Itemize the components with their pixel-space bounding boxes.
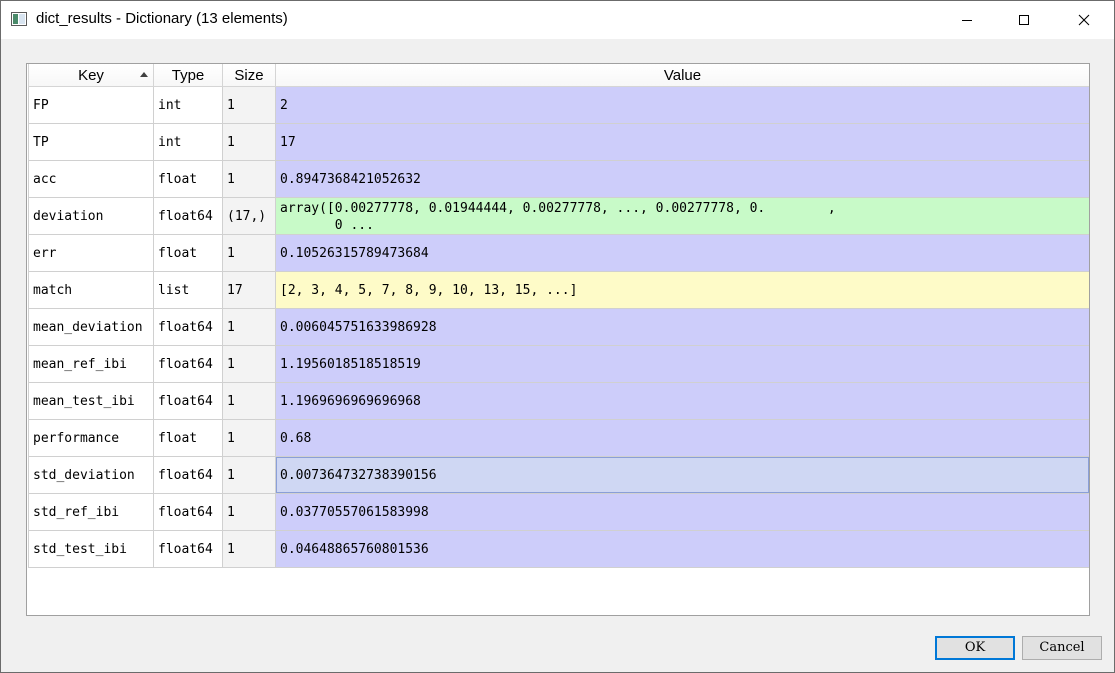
cell-type[interactable]: float xyxy=(154,161,223,198)
window-title: dict_results - Dictionary (13 elements) xyxy=(36,10,288,27)
column-header-size-label: Size xyxy=(234,67,264,84)
table-row[interactable]: mean_deviation float64 1 0.0060457516339869… xyxy=(27,309,1089,346)
cell-key[interactable]: performance xyxy=(28,420,154,457)
cell-type[interactable]: float64 xyxy=(154,309,223,346)
cell-type[interactable]: int xyxy=(154,87,223,124)
table-header: Key Type Size Value xyxy=(27,64,1089,87)
window-app-icon xyxy=(11,12,27,26)
cell-type[interactable]: float64 xyxy=(154,198,223,235)
cell-size[interactable]: 1 xyxy=(223,383,276,420)
cell-type[interactable]: float64 xyxy=(154,531,223,568)
maximize-button[interactable] xyxy=(1001,1,1047,39)
cell-key[interactable]: match xyxy=(28,272,154,309)
cell-value[interactable]: 0.68 xyxy=(276,420,1089,457)
cell-key[interactable]: TP xyxy=(28,124,154,161)
cell-type[interactable]: list xyxy=(154,272,223,309)
table-row[interactable]: std_deviation float64 1 0.00736473273839015… xyxy=(27,457,1089,494)
table-row[interactable]: mean_test_ibi float64 1 1.1969696969696968 xyxy=(27,383,1089,420)
cell-key[interactable]: mean_test_ibi xyxy=(28,383,154,420)
cell-key[interactable]: FP xyxy=(28,87,154,124)
cell-size[interactable]: 1 xyxy=(223,309,276,346)
cell-key[interactable]: deviation xyxy=(28,198,154,235)
cell-type[interactable]: float xyxy=(154,235,223,272)
table-row[interactable]: mean_ref_ibi float64 1 1.1956018518518519 xyxy=(27,346,1089,383)
cell-size[interactable]: 1 xyxy=(223,161,276,198)
cell-size[interactable]: 1 xyxy=(223,235,276,272)
cell-size[interactable]: 1 xyxy=(223,457,276,494)
column-header-type[interactable]: Type xyxy=(154,64,223,87)
cell-size[interactable]: 1 xyxy=(223,87,276,124)
cell-value[interactable]: 0.03770557061583998 xyxy=(276,494,1089,531)
cell-value[interactable]: 0.8947368421052632 xyxy=(276,161,1089,198)
column-header-type-label: Type xyxy=(171,67,205,84)
table-row[interactable]: acc float 1 0.8947368421052632 xyxy=(27,161,1089,198)
column-header-key[interactable]: Key xyxy=(28,64,154,87)
table-row[interactable]: TP int 1 17 xyxy=(27,124,1089,161)
cell-type[interactable]: float64 xyxy=(154,383,223,420)
cell-key[interactable]: mean_deviation xyxy=(28,309,154,346)
table-body: FP int 1 2 TP int 1 17 acc float 1 0.89473684210526… xyxy=(27,87,1089,568)
cell-type[interactable]: float64 xyxy=(154,494,223,531)
cell-value[interactable]: 17 xyxy=(276,124,1089,161)
table-row[interactable]: performance float 1 0.68 xyxy=(27,420,1089,457)
cell-value[interactable]: 1.1956018518518519 xyxy=(276,346,1089,383)
table-row[interactable]: std_ref_ibi float64 1 0.03770557061583998 xyxy=(27,494,1089,531)
close-icon xyxy=(1078,14,1090,26)
ok-button[interactable]: OK xyxy=(935,636,1015,660)
cell-type[interactable]: float xyxy=(154,420,223,457)
minimize-icon xyxy=(962,20,972,21)
cell-size[interactable]: 1 xyxy=(223,346,276,383)
cell-key[interactable]: std_test_ibi xyxy=(28,531,154,568)
cell-key[interactable]: std_deviation xyxy=(28,457,154,494)
cell-key[interactable]: err xyxy=(28,235,154,272)
column-header-value[interactable]: Value xyxy=(276,64,1089,87)
dictionary-table[interactable]: Key Type Size Value FP int 1 2 TP int 1 17 acc fl… xyxy=(26,63,1090,616)
sort-ascending-icon xyxy=(140,72,148,77)
column-header-size[interactable]: Size xyxy=(223,64,276,87)
cell-type[interactable]: float64 xyxy=(154,346,223,383)
cell-size[interactable]: 1 xyxy=(223,494,276,531)
table-row[interactable]: err float 1 0.10526315789473684 xyxy=(27,235,1089,272)
cell-size[interactable]: (17,) xyxy=(223,198,276,235)
cell-type[interactable]: int xyxy=(154,124,223,161)
cell-key[interactable]: std_ref_ibi xyxy=(28,494,154,531)
cell-value[interactable]: 0.007364732738390156 xyxy=(276,457,1089,494)
cell-value[interactable]: 1.1969696969696968 xyxy=(276,383,1089,420)
cell-size[interactable]: 1 xyxy=(223,531,276,568)
cell-key[interactable]: acc xyxy=(28,161,154,198)
cell-size[interactable]: 1 xyxy=(223,420,276,457)
cell-value[interactable]: 2 xyxy=(276,87,1089,124)
cell-value[interactable]: array([0.00277778, 0.01944444, 0.0027777… xyxy=(276,198,1089,235)
maximize-icon xyxy=(1019,15,1029,25)
dictionary-editor-window: dict_results - Dictionary (13 elements) … xyxy=(0,0,1115,673)
cell-size[interactable]: 1 xyxy=(223,124,276,161)
cell-value[interactable]: [2, 3, 4, 5, 7, 8, 9, 10, 13, 15, ...] xyxy=(276,272,1089,309)
cell-value[interactable]: 0.10526315789473684 xyxy=(276,235,1089,272)
cancel-button[interactable]: Cancel xyxy=(1022,636,1102,660)
title-bar[interactable]: dict_results - Dictionary (13 elements) xyxy=(1,1,1114,39)
minimize-button[interactable] xyxy=(944,1,990,39)
table-row[interactable]: match list 17 [2, 3, 4, 5, 7, 8, 9, 10, 13,… xyxy=(27,272,1089,309)
column-header-key-label: Key xyxy=(78,67,104,84)
table-row[interactable]: deviation float64 (17,) array([0.00277778, … xyxy=(27,198,1089,235)
close-button[interactable] xyxy=(1061,1,1107,39)
column-header-value-label: Value xyxy=(663,67,702,84)
cell-type[interactable]: float64 xyxy=(154,457,223,494)
cell-key[interactable]: mean_ref_ibi xyxy=(28,346,154,383)
cell-value[interactable]: 0.04648865760801536 xyxy=(276,531,1089,568)
cell-value[interactable]: 0.006045751633986928 xyxy=(276,309,1089,346)
table-row[interactable]: std_test_ibi float64 1 0.04648865760801536 xyxy=(27,531,1089,568)
cell-size[interactable]: 17 xyxy=(223,272,276,309)
table-row[interactable]: FP int 1 2 xyxy=(27,87,1089,124)
